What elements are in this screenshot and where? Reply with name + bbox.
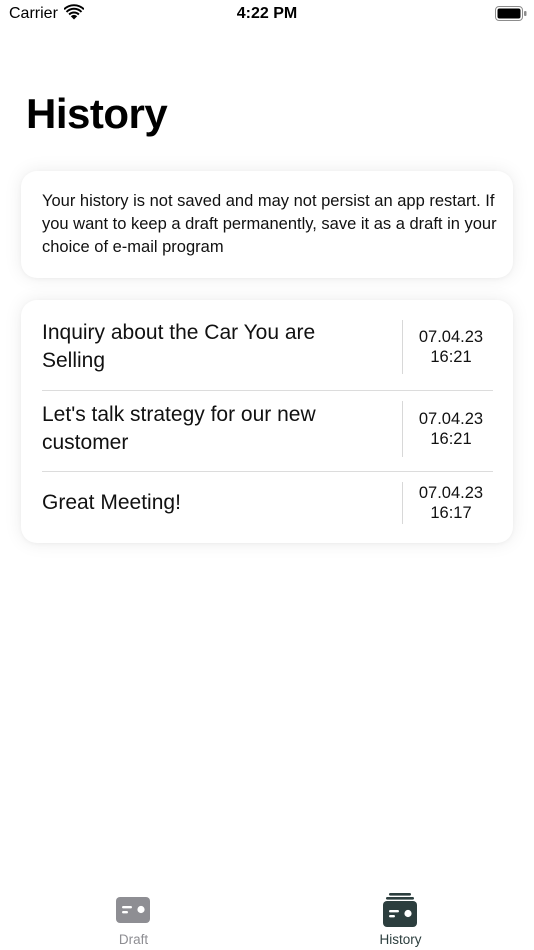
- history-item-time: 16:17: [430, 504, 472, 522]
- history-item-timestamp: 07.04.23 16:21: [409, 409, 493, 449]
- history-item[interactable]: Let's talk strategy for our new customer…: [21, 391, 513, 472]
- history-item-title: Inquiry about the Car You are Selling: [42, 321, 316, 372]
- history-item-title: Let's talk strategy for our new customer: [42, 403, 316, 454]
- history-item-timestamp: 07.04.23 16:21: [409, 327, 493, 367]
- info-card: Your history is not saved and may not pe…: [21, 171, 513, 278]
- history-item-date: 07.04.23: [418, 484, 484, 502]
- history-item-time: 16:21: [430, 430, 472, 448]
- stacked-cards-icon: [383, 893, 417, 927]
- history-item-time: 16:21: [430, 348, 472, 366]
- tab-history-label: History: [379, 932, 422, 947]
- history-item-date: 07.04.23: [418, 328, 484, 346]
- vertical-divider: [402, 320, 403, 374]
- tab-draft[interactable]: Draft: [0, 880, 267, 950]
- draft-card-icon: [116, 897, 150, 923]
- history-list: Inquiry about the Car You are Selling 07…: [21, 300, 513, 543]
- tab-history[interactable]: History: [267, 880, 534, 950]
- tab-draft-label: Draft: [118, 932, 149, 947]
- history-item-timestamp: 07.04.23 16:17: [409, 483, 493, 523]
- battery-icon: [495, 6, 527, 21]
- status-bar: Carrier 4:22 PM: [0, 0, 534, 30]
- history-item[interactable]: Inquiry about the Car You are Selling 07…: [21, 300, 513, 390]
- page-title: History: [26, 90, 168, 137]
- vertical-divider: [402, 482, 403, 524]
- status-time: 4:22 PM: [236, 5, 298, 22]
- history-item-date: 07.04.23: [418, 410, 484, 428]
- history-item-title: Great Meeting!: [42, 491, 181, 514]
- info-message: Your history is not saved and may not pe…: [42, 192, 497, 256]
- tab-bar: Draft History: [0, 880, 534, 950]
- history-item[interactable]: Great Meeting! 07.04.23 16:17: [21, 472, 513, 543]
- vertical-divider: [402, 401, 403, 457]
